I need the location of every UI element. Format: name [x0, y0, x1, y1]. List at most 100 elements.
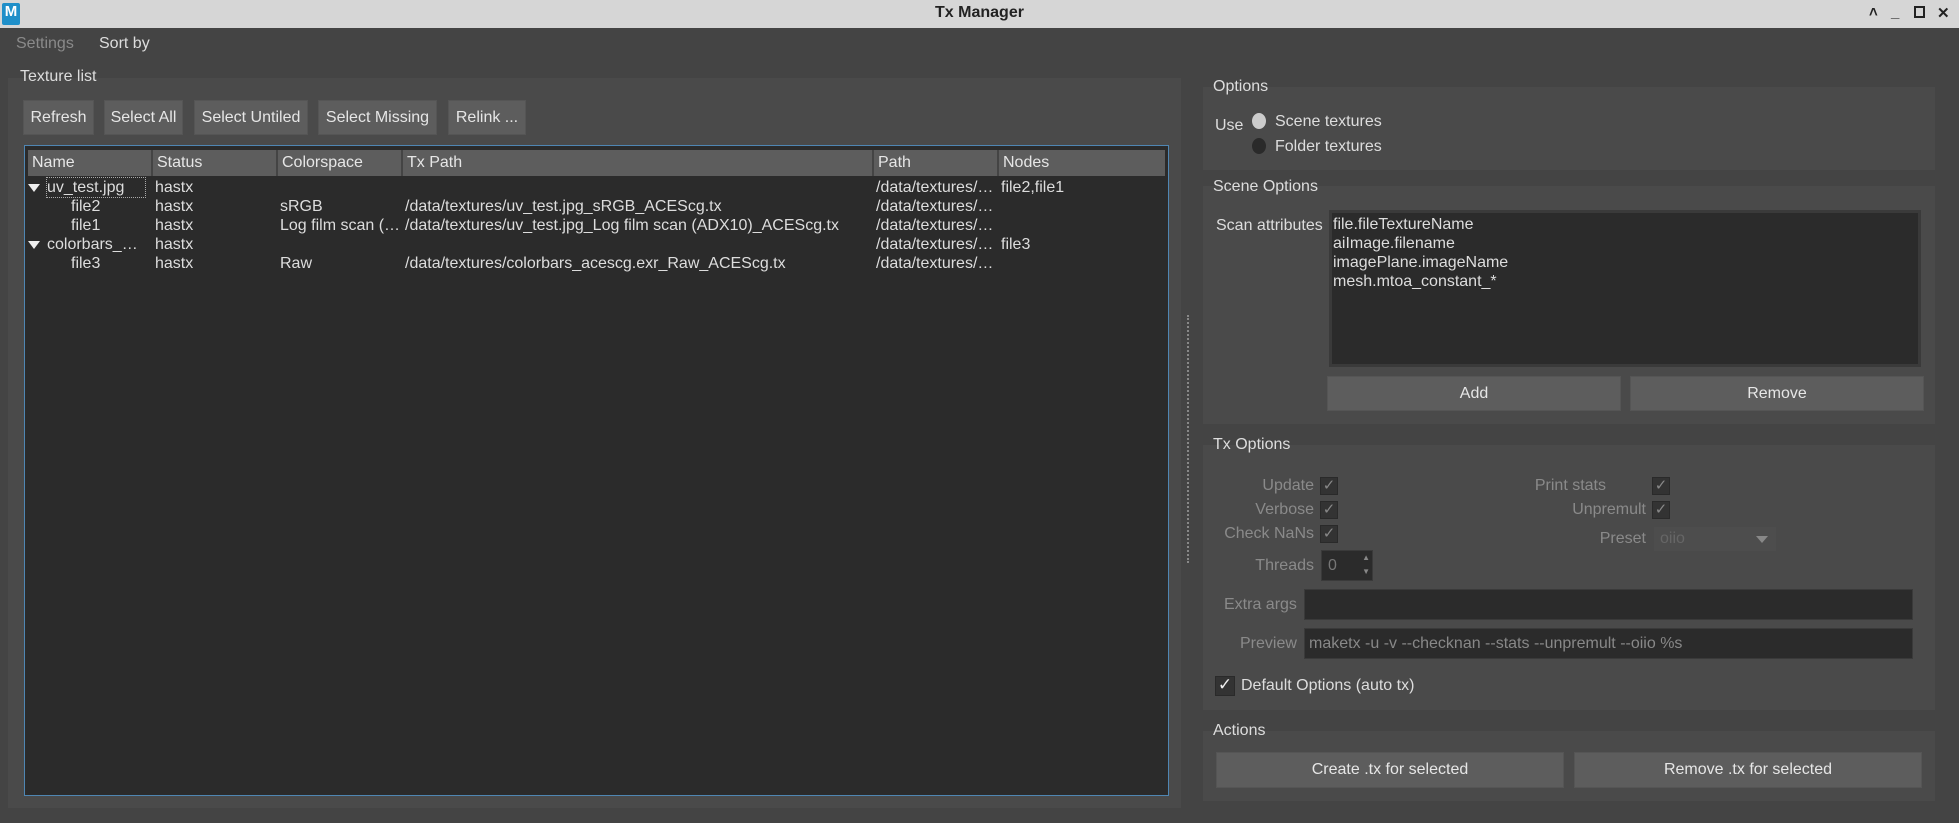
column-header-path[interactable]: Path: [874, 150, 999, 176]
preset-dropdown[interactable]: oiio: [1654, 527, 1776, 551]
cell-tx-path: [405, 178, 872, 197]
texture-list-title: Texture list: [20, 68, 97, 85]
cell-status: hastx: [155, 198, 194, 215]
title-bar: M Tx Manager ˄ _ ✕: [0, 0, 1959, 28]
unpremult-checkbox[interactable]: ✓: [1652, 501, 1670, 519]
scene-textures-label[interactable]: Scene textures: [1275, 113, 1382, 131]
threads-value: 0: [1328, 557, 1337, 574]
preview-label: Preview: [1240, 635, 1297, 652]
spin-up-icon[interactable]: ▲: [1362, 553, 1370, 562]
list-item[interactable]: imagePlane.imageName: [1333, 253, 1917, 272]
table-row[interactable]: uv_test.jpg hastx/data/textures/… file2,fi…: [25, 177, 1168, 198]
scene-options-title: Scene Options: [1213, 178, 1318, 195]
cell-nodes: file2,file1: [1001, 179, 1065, 196]
default-options-checkbox[interactable]: ✓: [1215, 676, 1235, 696]
select-untiled-button[interactable]: Select Untiled: [194, 100, 308, 135]
splitter-handle[interactable]: [1187, 315, 1189, 563]
chevron-down-icon: [1756, 536, 1768, 543]
add-attribute-button[interactable]: Add: [1327, 376, 1621, 411]
cell-colorspace: sRGB: [280, 198, 323, 215]
minimize-icon[interactable]: _: [1891, 4, 1899, 21]
scene-textures-radio[interactable]: [1252, 113, 1266, 129]
cell-path: /data/textures/…: [876, 255, 994, 272]
use-label: Use: [1215, 117, 1244, 134]
table-row[interactable]: colorbars_… hastx/data/textures/… file3: [25, 235, 1168, 254]
menu-sort-by[interactable]: Sort by: [99, 35, 150, 53]
update-checkbox[interactable]: ✓: [1320, 477, 1338, 495]
threads-spinbox[interactable]: 0 ▲ ▼: [1321, 550, 1373, 581]
cell-name: colorbars_…: [47, 236, 138, 253]
print-stats-label: Print stats: [1534, 477, 1606, 494]
maximize-icon[interactable]: [1914, 6, 1925, 18]
cell-colorspace: [280, 178, 401, 197]
actions-title: Actions: [1213, 722, 1266, 739]
select-all-button[interactable]: Select All: [104, 100, 183, 135]
spin-down-icon[interactable]: ▼: [1362, 567, 1370, 576]
cell-colorspace: Log film scan (…: [280, 217, 401, 234]
relink-button[interactable]: Relink ...: [448, 100, 526, 135]
check-nans-checkbox[interactable]: ✓: [1320, 525, 1338, 543]
cell-status: hastx: [155, 255, 194, 272]
cell-status: hastx: [155, 236, 194, 253]
column-header-colorspace[interactable]: Colorspace: [278, 150, 403, 176]
cell-path: /data/textures/…: [876, 179, 994, 196]
cell-name: uv_test.jpg: [46, 177, 146, 198]
expand-triangle-icon[interactable]: [28, 184, 40, 192]
cell-name: file2: [71, 198, 101, 215]
preview-field: maketx -u -v --checknan --stats --unprem…: [1304, 628, 1913, 659]
cell-path: /data/textures/…: [876, 236, 994, 253]
list-item[interactable]: mesh.mtoa_constant_*: [1333, 272, 1917, 291]
shade-icon[interactable]: ˄: [1869, 4, 1878, 21]
column-header-name[interactable]: Name: [28, 150, 153, 176]
threads-label: Threads: [1255, 557, 1314, 574]
folder-textures-label[interactable]: Folder textures: [1275, 138, 1382, 156]
create-tx-button[interactable]: Create .tx for selected: [1216, 752, 1564, 788]
cell-nodes: file3: [1001, 236, 1031, 253]
cell-tx-path: /data/textures/uv_test.jpg_Log film scan…: [405, 217, 839, 234]
verbose-label: Verbose: [1255, 501, 1314, 518]
cell-path: /data/textures/…: [876, 198, 994, 215]
texture-tree[interactable]: Name Status Colorspace Tx Path Path Node…: [24, 145, 1169, 796]
table-row[interactable]: file3 hastx Raw/data/textures/colorbars_ac…: [25, 254, 1168, 273]
print-stats-checkbox[interactable]: ✓: [1652, 477, 1670, 495]
column-header-nodes[interactable]: Nodes: [999, 150, 1165, 176]
tx-options-title: Tx Options: [1213, 436, 1291, 453]
expand-triangle-icon[interactable]: [28, 241, 40, 249]
default-options-label[interactable]: Default Options (auto tx): [1241, 677, 1414, 695]
update-label: Update: [1262, 477, 1314, 494]
cell-path: /data/textures/…: [876, 217, 994, 234]
cell-name: file1: [71, 217, 101, 234]
column-header-status[interactable]: Status: [153, 150, 278, 176]
unpremult-label: Unpremult: [1572, 501, 1646, 518]
close-icon[interactable]: ✕: [1937, 4, 1950, 22]
cell-nodes: [1001, 197, 1163, 216]
menu-settings[interactable]: Settings: [16, 35, 74, 53]
check-nans-label: Check NaNs: [1224, 525, 1314, 542]
remove-attribute-button[interactable]: Remove: [1630, 376, 1924, 411]
list-item[interactable]: file.fileTextureName: [1333, 215, 1917, 234]
cell-nodes: [1001, 254, 1163, 273]
scan-attributes-list[interactable]: file.fileTextureName aiImage.filename im…: [1329, 210, 1921, 367]
preset-value: oiio: [1660, 530, 1685, 547]
table-row[interactable]: file2 hastx sRGB/data/textures/uv_test.jpg…: [25, 197, 1168, 216]
refresh-button[interactable]: Refresh: [23, 100, 94, 135]
table-row[interactable]: file1 hastx Log film scan (…/data/textures…: [25, 216, 1168, 235]
window-title: Tx Manager: [935, 4, 1024, 21]
cell-status: hastx: [155, 217, 194, 234]
cell-tx-path: /data/textures/colorbars_acescg.exr_Raw_…: [405, 255, 786, 272]
verbose-checkbox[interactable]: ✓: [1320, 501, 1338, 519]
preset-label: Preset: [1599, 530, 1646, 547]
extra-args-label: Extra args: [1224, 596, 1297, 613]
column-header-tx-path[interactable]: Tx Path: [403, 150, 874, 176]
list-item[interactable]: aiImage.filename: [1333, 234, 1917, 253]
cell-tx-path: /data/textures/uv_test.jpg_sRGB_ACEScg.t…: [405, 198, 722, 215]
cell-tx-path: [405, 235, 872, 254]
select-missing-button[interactable]: Select Missing: [318, 100, 437, 135]
folder-textures-radio[interactable]: [1252, 138, 1266, 154]
cell-nodes: [1001, 216, 1163, 235]
options-title: Options: [1213, 78, 1269, 95]
remove-tx-button[interactable]: Remove .tx for selected: [1574, 752, 1922, 788]
scan-attributes-label: Scan attributes: [1216, 217, 1323, 234]
extra-args-input[interactable]: [1304, 589, 1913, 620]
cell-name: file3: [71, 255, 101, 272]
